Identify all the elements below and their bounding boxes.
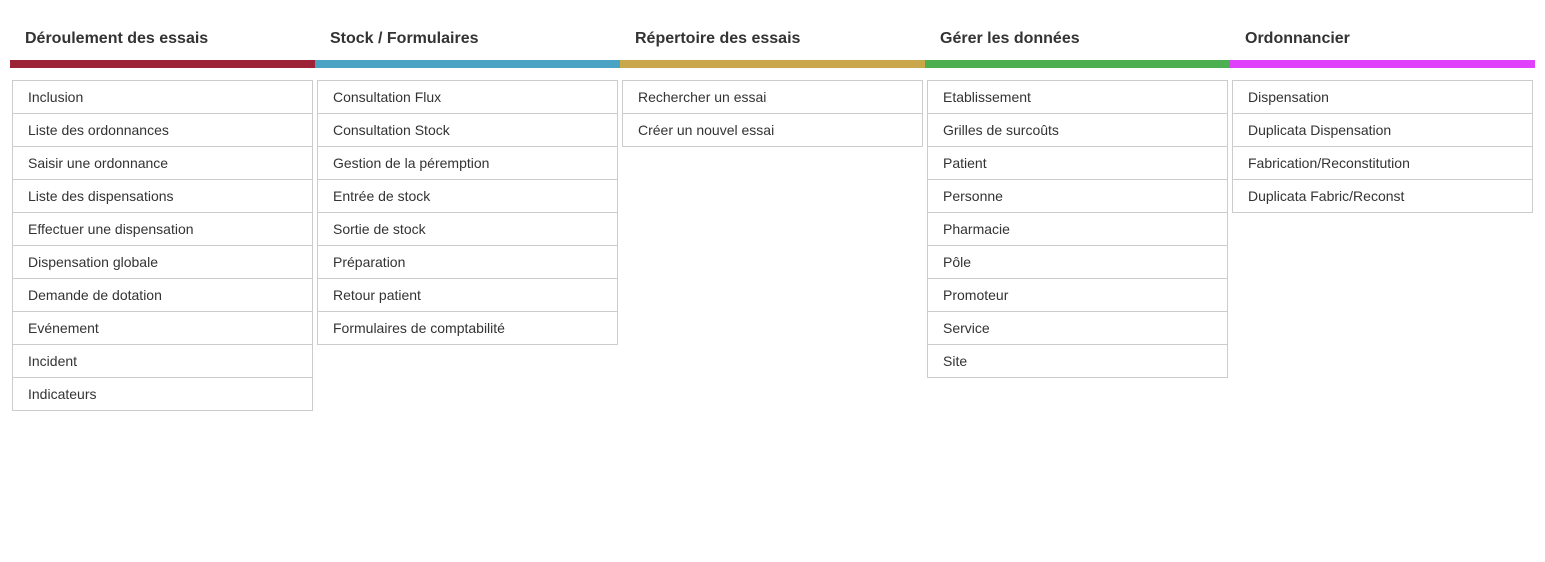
color-bar-1 <box>10 60 315 68</box>
menu-col-stock: Consultation FluxConsultation StockGesti… <box>317 80 618 345</box>
menu-item[interactable]: Etablissement <box>928 81 1227 114</box>
col-header-stock: Stock / Formulaires <box>315 20 620 60</box>
col-header-deroulement: Déroulement des essais <box>10 20 315 60</box>
menu-item[interactable]: Sortie de stock <box>318 213 617 246</box>
menu-item[interactable]: Personne <box>928 180 1227 213</box>
col-header-ordonnancier: Ordonnancier <box>1230 20 1535 60</box>
color-bar-row <box>10 60 1535 68</box>
menu-item[interactable]: Consultation Flux <box>318 81 617 114</box>
menu-item[interactable]: Créer un nouvel essai <box>623 114 922 146</box>
menu-item[interactable]: Préparation <box>318 246 617 279</box>
menu-item[interactable]: Evénement <box>13 312 312 345</box>
menu-item[interactable]: Pôle <box>928 246 1227 279</box>
menu-item[interactable]: Demande de dotation <box>13 279 312 312</box>
menu-item[interactable]: Entrée de stock <box>318 180 617 213</box>
menu-item[interactable]: Fabrication/Reconstitution <box>1233 147 1532 180</box>
menu-item[interactable]: Duplicata Dispensation <box>1233 114 1532 147</box>
menu-col-gerer: EtablissementGrilles de surcoûtsPatientP… <box>927 80 1228 378</box>
menu-item[interactable]: Duplicata Fabric/Reconst <box>1233 180 1532 212</box>
columns-row: InclusionListe des ordonnancesSaisir une… <box>10 80 1535 411</box>
menu-item[interactable]: Pharmacie <box>928 213 1227 246</box>
menu-item[interactable]: Dispensation globale <box>13 246 312 279</box>
menu-item[interactable]: Consultation Stock <box>318 114 617 147</box>
color-bar-2 <box>315 60 620 68</box>
menu-item[interactable]: Service <box>928 312 1227 345</box>
menu-item[interactable]: Indicateurs <box>13 378 312 410</box>
menu-item[interactable]: Liste des ordonnances <box>13 114 312 147</box>
menu-item[interactable]: Dispensation <box>1233 81 1532 114</box>
menu-item[interactable]: Liste des dispensations <box>13 180 312 213</box>
color-bar-4 <box>925 60 1230 68</box>
col-header-repertoire: Répertoire des essais <box>620 20 925 60</box>
nav-container: Déroulement des essaisStock / Formulaire… <box>0 0 1545 411</box>
menu-item[interactable]: Site <box>928 345 1227 377</box>
menu-item[interactable]: Saisir une ordonnance <box>13 147 312 180</box>
menu-item[interactable]: Retour patient <box>318 279 617 312</box>
header-row: Déroulement des essaisStock / Formulaire… <box>10 20 1535 60</box>
color-bar-5 <box>1230 60 1535 68</box>
menu-item[interactable]: Rechercher un essai <box>623 81 922 114</box>
col-header-gerer: Gérer les données <box>925 20 1230 60</box>
menu-item[interactable]: Promoteur <box>928 279 1227 312</box>
menu-col-ordonnancier: DispensationDuplicata DispensationFabric… <box>1232 80 1533 213</box>
menu-col-deroulement: InclusionListe des ordonnancesSaisir une… <box>12 80 313 411</box>
menu-item[interactable]: Patient <box>928 147 1227 180</box>
menu-item[interactable]: Incident <box>13 345 312 378</box>
menu-item[interactable]: Gestion de la péremption <box>318 147 617 180</box>
menu-item[interactable]: Grilles de surcoûts <box>928 114 1227 147</box>
menu-item[interactable]: Effectuer une dispensation <box>13 213 312 246</box>
color-bar-3 <box>620 60 925 68</box>
menu-item[interactable]: Inclusion <box>13 81 312 114</box>
menu-item[interactable]: Formulaires de comptabilité <box>318 312 617 344</box>
menu-col-repertoire: Rechercher un essaiCréer un nouvel essai <box>622 80 923 147</box>
